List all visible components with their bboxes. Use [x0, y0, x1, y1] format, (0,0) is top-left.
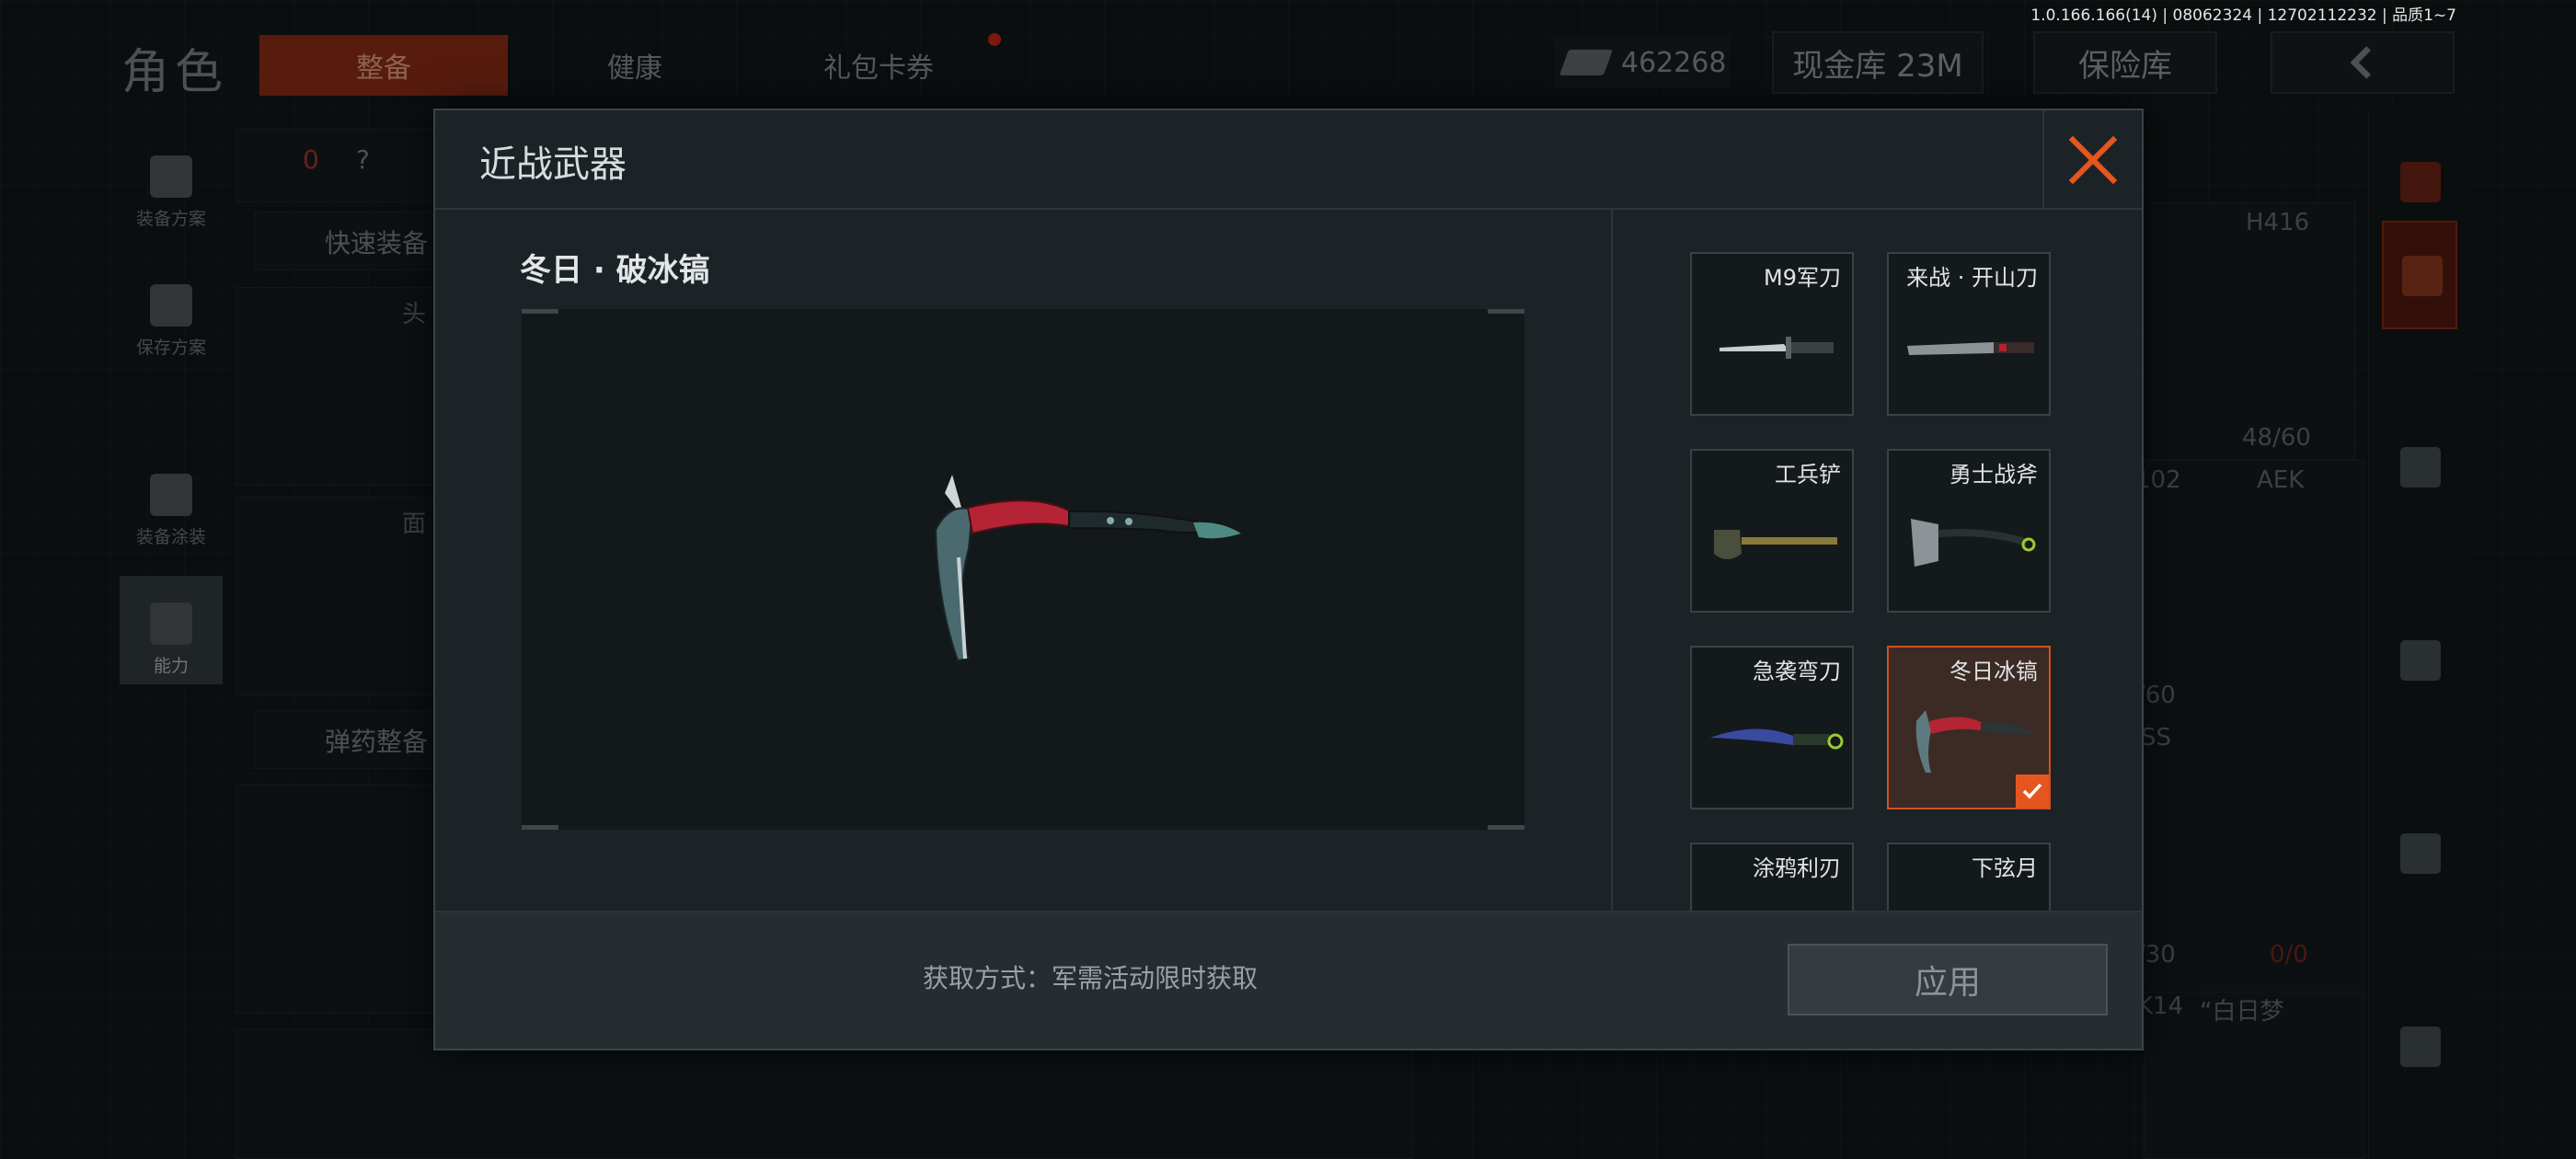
selected-weapon-name: 冬日 · 破冰镐	[520, 252, 710, 289]
version-info: 1.0.166.166(14) | 08062324 | 12702112232…	[2030, 6, 2456, 25]
weapon-item-warrior-axe[interactable]: 勇士战斧	[1887, 449, 2051, 613]
corner-mark	[1488, 825, 1524, 830]
selected-check-badge	[2016, 775, 2049, 808]
corner-mark	[1488, 309, 1524, 314]
dialog-divider	[1611, 210, 1613, 911]
dialog-title: 近战武器	[479, 143, 627, 186]
dialog-header: 近战武器	[435, 110, 2142, 210]
ice-pick-model	[934, 475, 1241, 662]
melee-weapon-list: M9军刀 来战 · 开山刀 工兵铲 勇士战斧 急袭弯刀 冬日冰镐 涂鸦利刃 下弦…	[1615, 210, 2130, 979]
weapon-item-label: 涂鸦利刃	[1753, 855, 1841, 881]
weapon-item-label: 急袭弯刀	[1753, 659, 1841, 684]
axe-icon	[1911, 519, 2036, 567]
weapon-item-label: 下弦月	[1972, 855, 2038, 881]
ice-pick-icon	[1915, 710, 2036, 773]
weapon-item-ice-pick[interactable]: 冬日冰镐	[1887, 646, 2051, 809]
karambit-icon	[1710, 729, 1844, 750]
shovel-icon	[1714, 530, 1837, 559]
apply-button[interactable]: 应用	[1788, 944, 2108, 1016]
check-icon	[2022, 783, 2042, 799]
corner-mark	[522, 309, 558, 314]
weapon-preview-viewport[interactable]	[522, 309, 1524, 830]
combat-knife-icon	[1719, 337, 1834, 359]
weapon-item-m9-bayonet[interactable]: M9军刀	[1690, 252, 1854, 416]
melee-weapon-dialog: 近战武器 冬日 · 破冰镐 M9军刀 来战 · 开山刀 工兵铲 勇士战斧 急袭弯…	[433, 109, 2144, 1050]
acquire-method-text: 获取方式：军需活动限时获取	[923, 963, 1259, 993]
weapon-preview-area: 冬日 · 破冰镐	[435, 210, 1613, 911]
weapon-item-label: 工兵铲	[1775, 462, 1841, 488]
close-button[interactable]	[2042, 110, 2142, 210]
weapon-item-shovel[interactable]: 工兵铲	[1690, 449, 1854, 613]
machete-icon	[1907, 342, 2034, 355]
weapon-item-label: 来战 · 开山刀	[1906, 265, 2038, 291]
close-icon	[2068, 135, 2118, 185]
weapon-item-label: 勇士战斧	[1949, 462, 2038, 488]
weapon-item-label: M9军刀	[1764, 265, 1841, 291]
weapon-item-karambit[interactable]: 急袭弯刀	[1690, 646, 1854, 809]
dialog-footer: 获取方式：军需活动限时获取 应用	[435, 911, 2142, 1049]
corner-mark	[522, 825, 558, 830]
weapon-item-machete[interactable]: 来战 · 开山刀	[1887, 252, 2051, 416]
weapon-item-label: 冬日冰镐	[1949, 659, 2038, 684]
